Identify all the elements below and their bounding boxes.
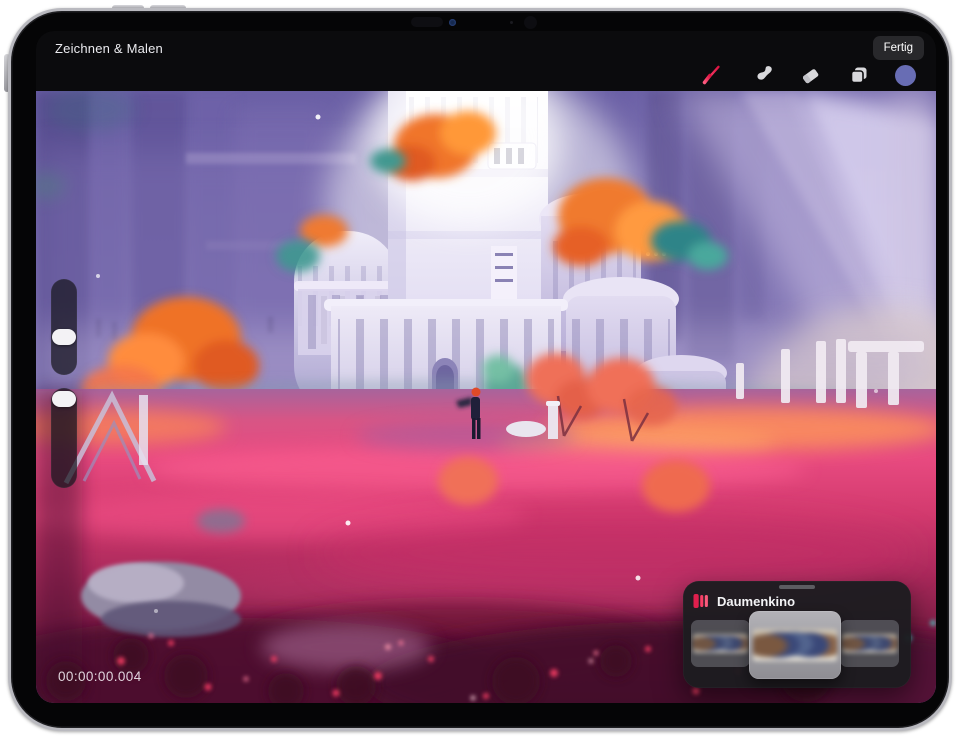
flipbook-header: Daumenkino <box>693 593 795 609</box>
layers-icon <box>847 63 871 87</box>
smudge-icon <box>752 63 776 87</box>
drag-handle[interactable] <box>779 585 815 589</box>
screen: Zeichnen & Malen Fertig <box>36 31 936 703</box>
camera-ring <box>524 16 537 29</box>
opacity-handle[interactable] <box>52 391 76 407</box>
color-tool-button[interactable] <box>888 57 924 93</box>
flipbook-title: Daumenkino <box>717 594 795 609</box>
flipbook-icon <box>693 593 709 609</box>
ipad-frame: Zeichnen & Malen Fertig <box>8 8 952 731</box>
eraser-tool-button[interactable] <box>793 57 829 93</box>
opacity-slider[interactable] <box>51 388 77 488</box>
frame-thumbnail <box>753 629 838 662</box>
sensor-dot <box>510 21 513 24</box>
paint-brush-icon <box>700 63 724 87</box>
flipbook-panel: Daumenkino <box>683 581 911 688</box>
camera-pill <box>411 17 443 27</box>
paint-tool-button[interactable] <box>694 57 730 93</box>
brush-size-handle[interactable] <box>52 329 76 345</box>
title-bar: Zeichnen & Malen Fertig <box>36 31 936 91</box>
frame-thumbnail <box>842 634 896 653</box>
color-swatch <box>895 65 916 86</box>
flipbook-frame-1[interactable] <box>691 620 750 667</box>
frame-thumbnail <box>693 634 747 653</box>
eraser-icon <box>799 63 823 87</box>
canvas-artwork[interactable]: 00:00:00.004 Daumenkino <box>36 91 936 703</box>
brush-size-slider[interactable] <box>51 279 77 375</box>
app-title: Zeichnen & Malen <box>55 41 163 56</box>
page: Zeichnen & Malen Fertig <box>0 0 956 739</box>
flipbook-frame-2-selected[interactable] <box>749 611 841 679</box>
timecode: 00:00:00.004 <box>58 669 142 684</box>
smudge-tool-button[interactable] <box>746 57 782 93</box>
layers-tool-button[interactable] <box>841 57 877 93</box>
camera-lens <box>449 19 456 26</box>
flipbook-frame-3[interactable] <box>840 620 899 667</box>
